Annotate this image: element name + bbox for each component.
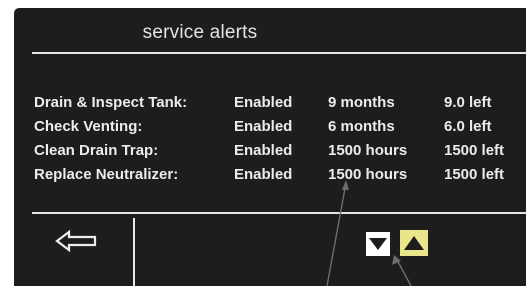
up-triangle-icon xyxy=(404,236,424,250)
alert-remaining: 6.0 left xyxy=(444,118,492,135)
alert-remaining: 1500 left xyxy=(444,166,505,183)
scroll-up-button[interactable] xyxy=(400,230,428,256)
alert-name: Drain & Inspect Tank: xyxy=(34,94,188,111)
alert-interval: 9 months xyxy=(328,94,395,111)
alert-status: Enabled xyxy=(234,94,293,111)
alert-name: Check Venting: xyxy=(34,118,143,135)
back-button[interactable] xyxy=(52,226,104,256)
down-triangle-icon xyxy=(369,238,387,250)
alert-status: Enabled xyxy=(234,142,293,159)
service-alerts-list: Drain & Inspect Tank: Enabled 9 months 9… xyxy=(14,8,526,208)
alert-row-drain-inspect-tank[interactable]: Drain & Inspect Tank: Enabled 9 months 9… xyxy=(14,93,526,113)
alert-status: Enabled xyxy=(234,166,293,183)
alert-interval: 1500 hours xyxy=(328,142,408,159)
display-screen: service alerts Drain & Inspect Tank: Ena… xyxy=(14,8,526,286)
alert-interval: 6 months xyxy=(328,118,395,135)
alert-row-replace-neutralizer[interactable]: Replace Neutralizer: Enabled 1500 hours … xyxy=(14,165,526,185)
back-arrow-icon xyxy=(55,229,97,253)
alert-name: Clean Drain Trap: xyxy=(34,142,159,159)
alert-remaining: 1500 left xyxy=(444,142,505,159)
alert-status: Enabled xyxy=(234,118,293,135)
alert-interval: 1500 hours xyxy=(328,166,408,183)
scroll-down-button[interactable] xyxy=(366,232,390,256)
alert-row-clean-drain-trap[interactable]: Clean Drain Trap: Enabled 1500 hours 150… xyxy=(14,141,526,161)
alert-remaining: 9.0 left xyxy=(444,94,492,111)
footer-bar xyxy=(14,214,526,286)
alert-row-check-venting[interactable]: Check Venting: Enabled 6 months 6.0 left xyxy=(14,117,526,137)
footer-vertical-divider xyxy=(133,218,135,286)
alert-name: Replace Neutralizer: xyxy=(34,166,179,183)
